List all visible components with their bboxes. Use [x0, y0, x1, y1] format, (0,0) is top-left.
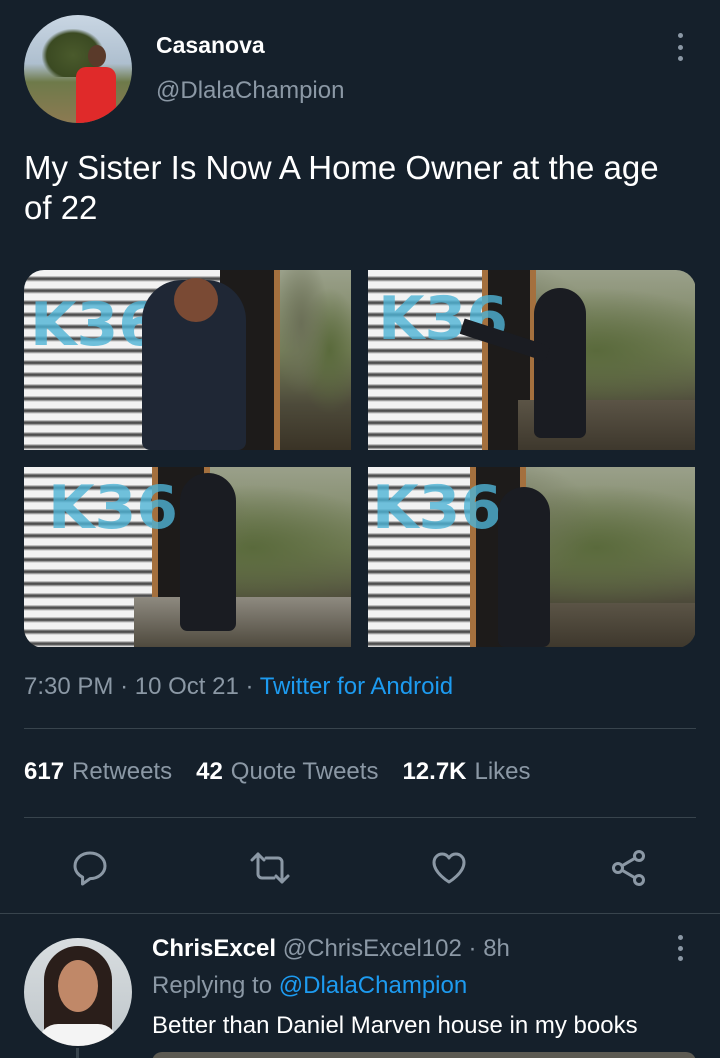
tweet-date[interactable]: 10 Oct 21	[135, 673, 239, 700]
photo-graffiti: K36	[48, 473, 178, 543]
tweet-photo-2[interactable]: K36	[368, 270, 695, 450]
retweets-label: Retweets	[72, 758, 173, 785]
author-display-name[interactable]: Casanova	[156, 32, 265, 59]
avatar-shirt	[76, 67, 116, 123]
divider	[0, 913, 720, 914]
author-avatar[interactable]	[24, 15, 132, 123]
replying-mention[interactable]: @DlalaChampion	[279, 972, 467, 999]
meta-separator: ·	[245, 673, 254, 700]
reply-more-options-icon[interactable]	[668, 933, 692, 963]
reply-age[interactable]: 8h	[483, 935, 510, 962]
more-options-icon[interactable]	[668, 30, 692, 64]
quotes-stat[interactable]: 42 Quote Tweets	[196, 758, 378, 786]
reply-display-name[interactable]: ChrisExcel	[152, 935, 276, 962]
reply-header: ChrisExcel @ChrisExcel102 · 8h	[152, 935, 510, 963]
share-icon	[612, 850, 645, 886]
divider	[24, 817, 696, 818]
reply-text: Better than Daniel Marven house in my bo…	[152, 1012, 638, 1039]
reply-icon	[73, 851, 107, 886]
retweet-icon	[250, 852, 290, 884]
like-button[interactable]	[421, 840, 477, 896]
tweet-source[interactable]: Twitter for Android	[260, 673, 453, 700]
person-figure	[534, 288, 586, 438]
photo-graffiti: K36	[372, 473, 502, 543]
tweet-media-grid: K36 K36 K36 K36	[24, 270, 696, 648]
tweet-photo-1[interactable]: K36	[24, 270, 351, 450]
quotes-label: Quote Tweets	[230, 758, 379, 785]
reply-media[interactable]	[152, 1052, 696, 1058]
share-button[interactable]	[601, 840, 657, 896]
avatar-shirt	[38, 1024, 118, 1046]
person-face	[174, 278, 218, 322]
tweet-stats: 617 Retweets 42 Quote Tweets 12.7K Likes	[24, 758, 531, 786]
person-figure	[498, 487, 550, 647]
tweet-photo-3[interactable]: K36	[24, 467, 351, 647]
retweet-button[interactable]	[242, 840, 298, 896]
photo-graffiti: K36	[378, 284, 508, 354]
replying-prefix: Replying to	[152, 972, 273, 999]
likes-count: 12.7K	[402, 758, 467, 785]
tweet-actions	[0, 840, 720, 896]
meta-separator: ·	[120, 673, 129, 700]
likes-stat[interactable]: 12.7K Likes	[402, 758, 530, 786]
likes-label: Likes	[474, 758, 531, 785]
reply-handle[interactable]: @ChrisExcel102	[283, 935, 462, 962]
avatar-person	[88, 45, 106, 67]
retweets-stat[interactable]: 617 Retweets	[24, 758, 172, 786]
tweet-text: My Sister Is Now A Home Owner at the age…	[24, 149, 659, 226]
quotes-count: 42	[196, 758, 223, 785]
thread-line	[76, 1048, 79, 1058]
reply-avatar[interactable]	[24, 938, 132, 1046]
divider	[24, 728, 696, 729]
photo-graffiti: K36	[30, 290, 160, 360]
meta-separator: ·	[468, 935, 477, 962]
replying-to: Replying to @DlalaChampion	[152, 972, 467, 1000]
reply-button[interactable]	[62, 840, 118, 896]
retweets-count: 617	[24, 758, 65, 785]
like-icon	[432, 852, 466, 884]
tweet-photo-4[interactable]: K36	[368, 467, 695, 647]
tweet-time[interactable]: 7:30 PM	[24, 673, 113, 700]
author-handle[interactable]: @DlalaChampion	[156, 77, 344, 105]
tweet-meta: 7:30 PM · 10 Oct 21 · Twitter for Androi…	[24, 673, 453, 701]
avatar-face	[58, 960, 98, 1012]
person-figure	[180, 473, 236, 631]
